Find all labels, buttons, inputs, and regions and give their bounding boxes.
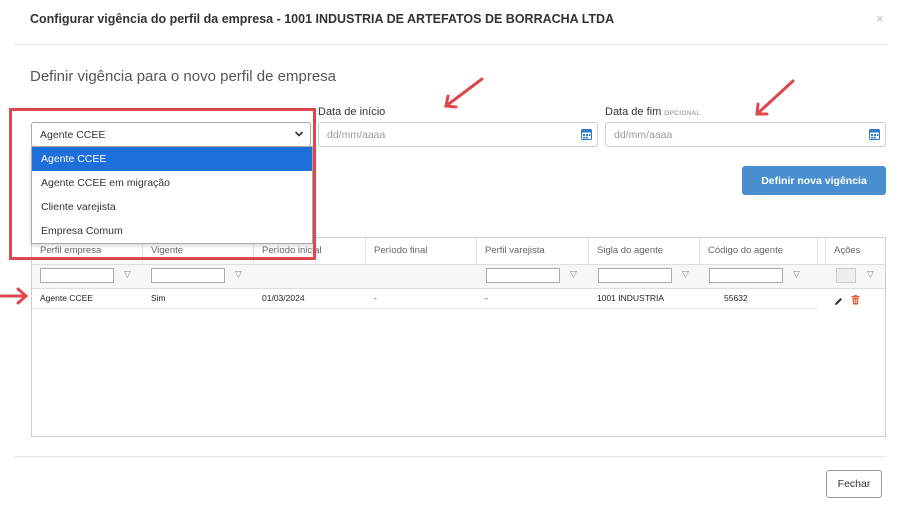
annotation-arrow (755, 79, 795, 116)
annotation-arrows (0, 77, 795, 305)
annotation-arrow (0, 287, 29, 305)
close-button[interactable]: Fechar (826, 470, 882, 498)
footer-divider (14, 456, 886, 457)
annotation-arrow (444, 77, 484, 109)
